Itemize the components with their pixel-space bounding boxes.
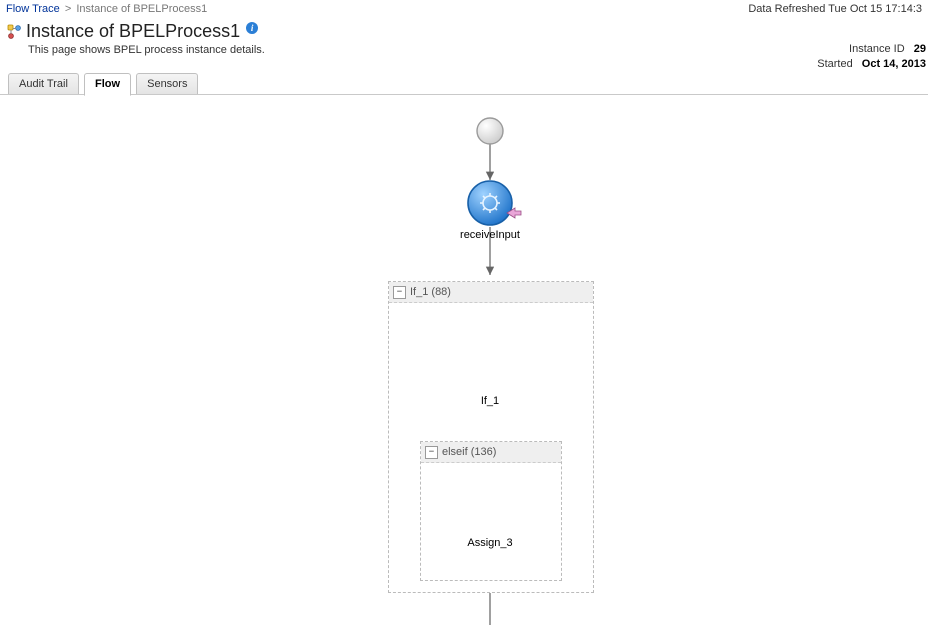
collapse-toggle-elseif[interactable]: − bbox=[425, 446, 438, 459]
container-if-title: If_1 (88) bbox=[410, 282, 451, 302]
data-refreshed-text: Data Refreshed Tue Oct 15 17:14:3 bbox=[748, 3, 922, 15]
page-subtitle: This page shows BPEL process instance de… bbox=[0, 42, 271, 64]
tab-audit-trail[interactable]: Audit Trail bbox=[8, 73, 79, 94]
node-assign[interactable] bbox=[469, 496, 511, 534]
page-title: Instance of BPELProcess1 bbox=[26, 21, 240, 42]
node-receive-input-label: receiveInput bbox=[430, 229, 550, 241]
breadcrumb-separator: > bbox=[65, 3, 71, 15]
breadcrumb: Flow Trace > Instance of BPELProcess1 bbox=[6, 3, 207, 15]
instance-meta: Instance ID 29 Started Oct 14, 2013 bbox=[817, 42, 928, 72]
node-if-label: If_1 bbox=[430, 395, 550, 407]
node-if[interactable] bbox=[463, 338, 517, 392]
collapse-toggle-if[interactable]: − bbox=[393, 286, 406, 299]
started-value: Oct 14, 2013 bbox=[862, 58, 926, 70]
breadcrumb-root-link[interactable]: Flow Trace bbox=[6, 3, 60, 15]
instance-id-label: Instance ID bbox=[849, 43, 905, 55]
tab-bar: Audit Trail Flow Sensors bbox=[0, 72, 928, 95]
node-receive-input[interactable] bbox=[468, 181, 512, 225]
tab-sensors[interactable]: Sensors bbox=[136, 73, 198, 94]
started-label: Started bbox=[817, 58, 852, 70]
flow-canvas: ? receiveInput − If_1 (88) If_1 − elseif… bbox=[0, 95, 928, 625]
node-start[interactable] bbox=[477, 118, 503, 144]
breadcrumb-current: Instance of BPELProcess1 bbox=[76, 3, 207, 15]
instance-id-value: 29 bbox=[914, 43, 926, 55]
bpel-process-icon bbox=[6, 24, 22, 40]
container-elseif-title: elseif (136) bbox=[442, 442, 496, 462]
info-icon[interactable]: i bbox=[246, 22, 258, 34]
node-assign-label: Assign_3 bbox=[430, 537, 550, 549]
tab-flow[interactable]: Flow bbox=[84, 73, 131, 96]
